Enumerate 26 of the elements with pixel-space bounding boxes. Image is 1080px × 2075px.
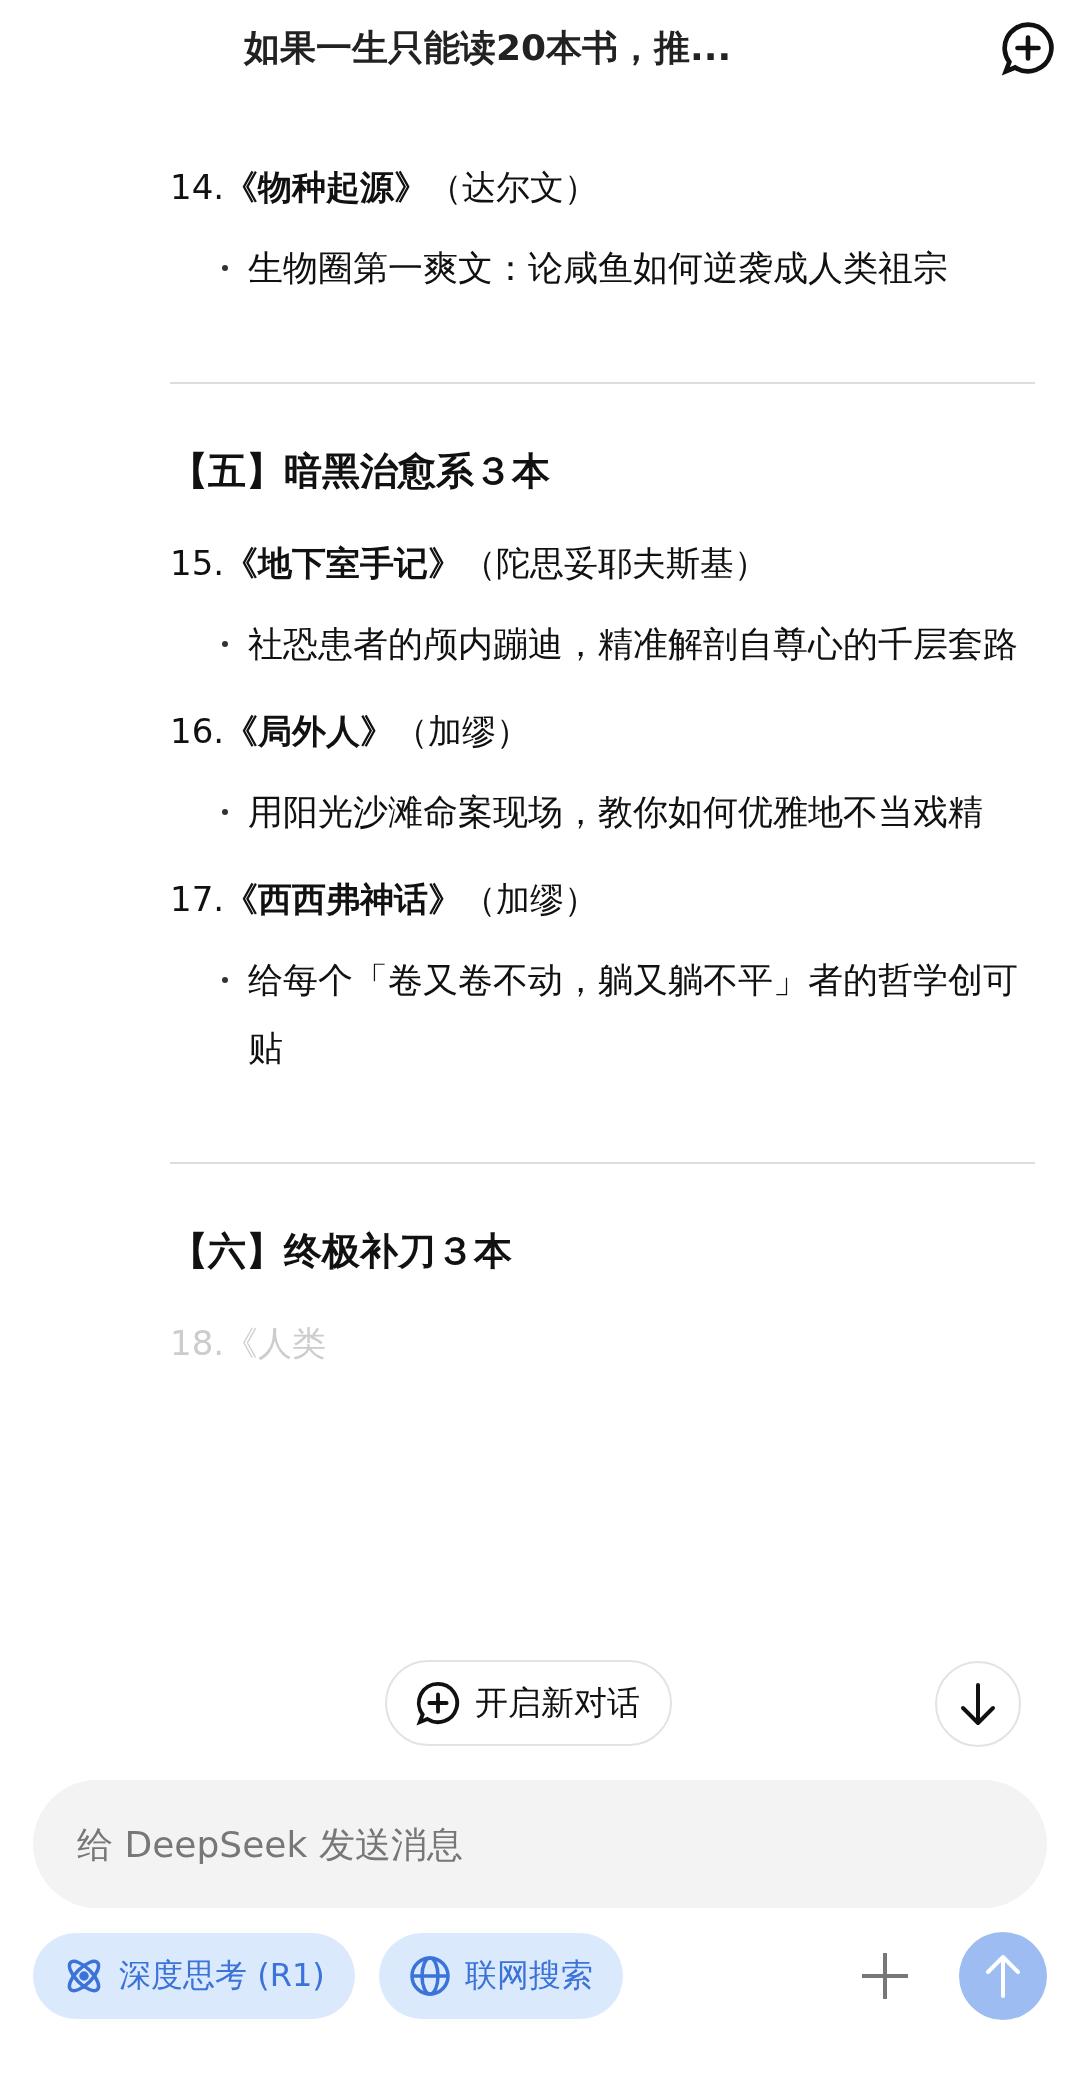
- bullet-icon: [222, 641, 228, 647]
- book-title: 14.《物种起源》（达尔文）: [170, 166, 600, 209]
- book-title: 16.《局外人》（加缪）: [170, 710, 532, 753]
- message-field[interactable]: 给 DeepSeek 发送消息: [33, 1780, 1047, 1908]
- bullet-icon: [222, 977, 228, 983]
- arrow-up-icon: [983, 1953, 1023, 1999]
- chat-title: 如果一生只能读20本书，推...: [244, 25, 732, 70]
- book-title: 15.《地下室手记》（陀思妥耶夫斯基）: [170, 542, 770, 585]
- section-heading: 【六】终极补刀３本: [170, 1228, 513, 1275]
- new-chat-icon: [415, 1680, 461, 1726]
- globe-icon: [408, 1955, 451, 1997]
- book-description: 用阳光沙滩命案现场，教你如何优雅地不当戏精: [248, 791, 983, 834]
- book-description: 给每个「卷又卷不动，躺又躺不平」者的哲学创可贴: [248, 959, 1019, 1070]
- book-description: 生物圈第一爽文：论咸鱼如何逆袭成人类祖宗: [248, 247, 948, 290]
- section-heading: 【五】暗黑治愈系３本: [170, 448, 551, 495]
- toggle-button[interactable]: 联网搜索: [378, 1933, 623, 2019]
- book-description: 社恐患者的颅内蹦迪，精准解剖自尊心的千层套路: [248, 623, 1018, 666]
- new-chat-icon: [1000, 20, 1056, 76]
- new-chat-button[interactable]: 开启新对话: [385, 1660, 672, 1746]
- bullet-icon: [222, 265, 228, 271]
- book-title: 17.《西西弗神话》（加缪）: [170, 878, 600, 921]
- toggle-button[interactable]: 深度思考 (R1): [33, 1933, 355, 2019]
- new-chat-button[interactable]: [1000, 20, 1056, 76]
- bullet-icon: [222, 809, 228, 815]
- plus-icon: [860, 1951, 910, 2001]
- arrow-down-icon: [958, 1682, 998, 1726]
